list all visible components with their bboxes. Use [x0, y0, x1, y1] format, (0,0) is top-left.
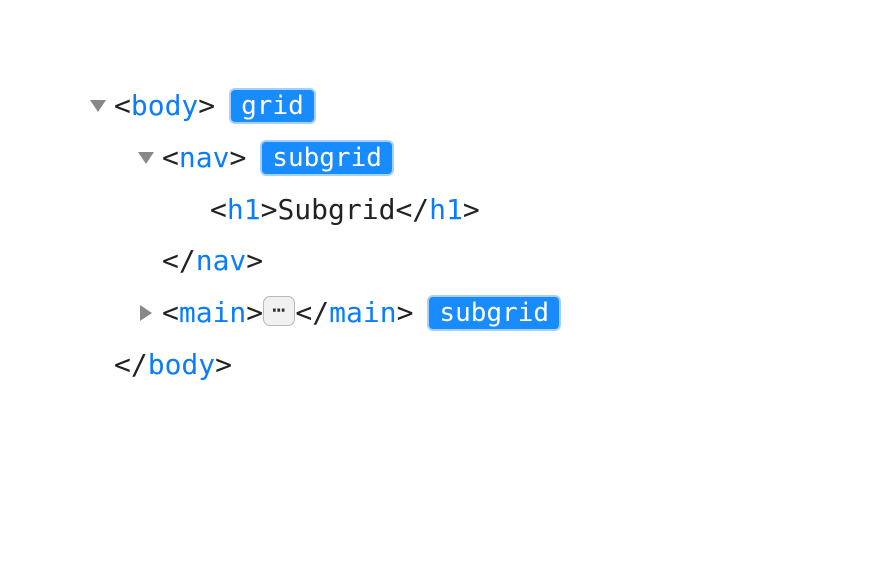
tag-name-main: main: [179, 287, 246, 339]
tag-name-nav: nav: [179, 132, 230, 184]
layout-badge-subgrid[interactable]: subgrid: [260, 140, 394, 176]
tag-close-bracket: >: [198, 80, 215, 132]
tree-row-main[interactable]: <main> ⋯ </main> subgrid: [40, 287, 846, 339]
tag-close-bracket: >: [246, 287, 263, 339]
tag-open-bracket: <: [114, 80, 131, 132]
tree-row-nav[interactable]: <nav> subgrid: [40, 132, 846, 184]
dom-tree: <body> grid <nav> subgrid <h1>Subgrid</h…: [40, 80, 846, 391]
tag-close-bracket: >: [397, 287, 414, 339]
tag-name-nav-close: nav: [196, 235, 247, 287]
tag-name-h1: h1: [227, 184, 261, 236]
disclosure-triangle-expanded-icon[interactable]: [88, 96, 108, 116]
disclosure-triangle-expanded-icon[interactable]: [136, 148, 156, 168]
tree-row-body-close[interactable]: </body>: [40, 339, 846, 391]
layout-badge-subgrid[interactable]: subgrid: [427, 295, 561, 331]
tree-row-h1[interactable]: <h1>Subgrid</h1>: [40, 184, 846, 236]
tag-close-bracket: >: [246, 235, 263, 287]
tag-open-bracket: <: [210, 184, 227, 236]
tag-open-bracket: </: [395, 184, 429, 236]
ellipsis-icon[interactable]: ⋯: [263, 296, 295, 326]
tag-name-body: body: [131, 80, 198, 132]
tree-row-body[interactable]: <body> grid: [40, 80, 846, 132]
tag-close-bracket: >: [463, 184, 480, 236]
tag-name-main-close: main: [329, 287, 396, 339]
tag-close-bracket: >: [229, 132, 246, 184]
tag-name-body-close: body: [148, 339, 215, 391]
text-node-subgrid: Subgrid: [277, 184, 395, 236]
tag-open-bracket: </: [162, 235, 196, 287]
tag-close-bracket: >: [261, 184, 278, 236]
disclosure-triangle-collapsed-icon[interactable]: [136, 303, 156, 323]
tag-open-bracket: </: [295, 287, 329, 339]
tag-open-bracket: </: [114, 339, 148, 391]
tree-row-nav-close[interactable]: </nav>: [40, 235, 846, 287]
layout-badge-grid[interactable]: grid: [229, 88, 316, 124]
tag-name-h1-close: h1: [429, 184, 463, 236]
tag-open-bracket: <: [162, 287, 179, 339]
tag-open-bracket: <: [162, 132, 179, 184]
tag-close-bracket: >: [215, 339, 232, 391]
